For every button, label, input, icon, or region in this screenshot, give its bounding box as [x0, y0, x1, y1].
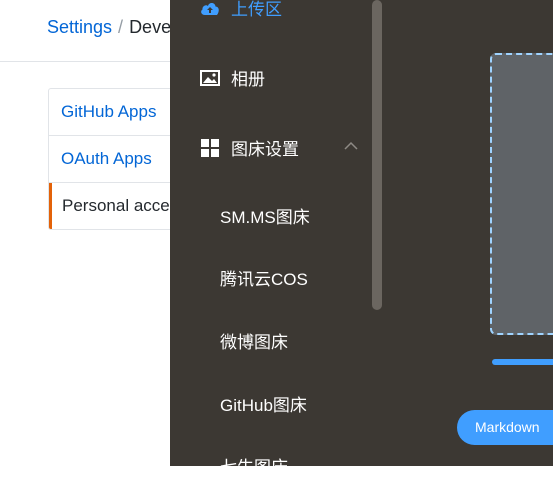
markdown-format-button[interactable]: Markdown	[457, 410, 553, 445]
sidebar: 上传区 相册 图床设置 SM.MS图床 腾讯云COS 微博图床 GitHub图床…	[170, 0, 383, 477]
breadcrumb-separator: /	[118, 17, 124, 37]
nav-item-upload[interactable]: 上传区	[200, 0, 282, 20]
menu-item-personal-access-tokens[interactable]: Personal acces	[49, 183, 189, 229]
nav-label-gallery: 相册	[231, 70, 265, 89]
nav-item-gallery[interactable]: 相册	[200, 65, 265, 90]
nav-sub-github[interactable]: GitHub图床	[220, 391, 307, 416]
image-icon	[200, 68, 220, 88]
nav-label-upload: 上传区	[231, 0, 282, 19]
breadcrumb-settings-link[interactable]: Settings	[47, 17, 112, 37]
nav-sub-weibo[interactable]: 微博图床	[220, 328, 288, 353]
cloud-upload-icon	[200, 0, 220, 18]
breadcrumb-developer[interactable]: Deve	[129, 17, 171, 37]
upload-area: Markdown	[383, 0, 553, 466]
sidebar-scrollbar[interactable]	[372, 0, 382, 310]
chevron-up-icon[interactable]	[344, 138, 358, 150]
upload-progress-bar	[492, 359, 553, 365]
breadcrumb: Settings / Deve	[47, 17, 171, 38]
nav-label-picbed-settings: 图床设置	[231, 140, 299, 159]
menu-item-github-apps[interactable]: GitHub Apps	[49, 89, 189, 136]
nav-sub-smms[interactable]: SM.MS图床	[220, 203, 310, 228]
upload-dropzone[interactable]	[490, 53, 553, 335]
menu-item-oauth-apps[interactable]: OAuth Apps	[49, 136, 189, 183]
developer-settings-menu: GitHub Apps OAuth Apps Personal acces	[48, 88, 190, 230]
nav-sub-tencent-cos[interactable]: 腾讯云COS	[220, 265, 308, 290]
grid-icon	[200, 138, 220, 158]
nav-item-picbed-settings[interactable]: 图床设置	[200, 135, 299, 160]
picgo-window: 上传区 相册 图床设置 SM.MS图床 腾讯云COS 微博图床 GitHub图床…	[170, 0, 553, 477]
